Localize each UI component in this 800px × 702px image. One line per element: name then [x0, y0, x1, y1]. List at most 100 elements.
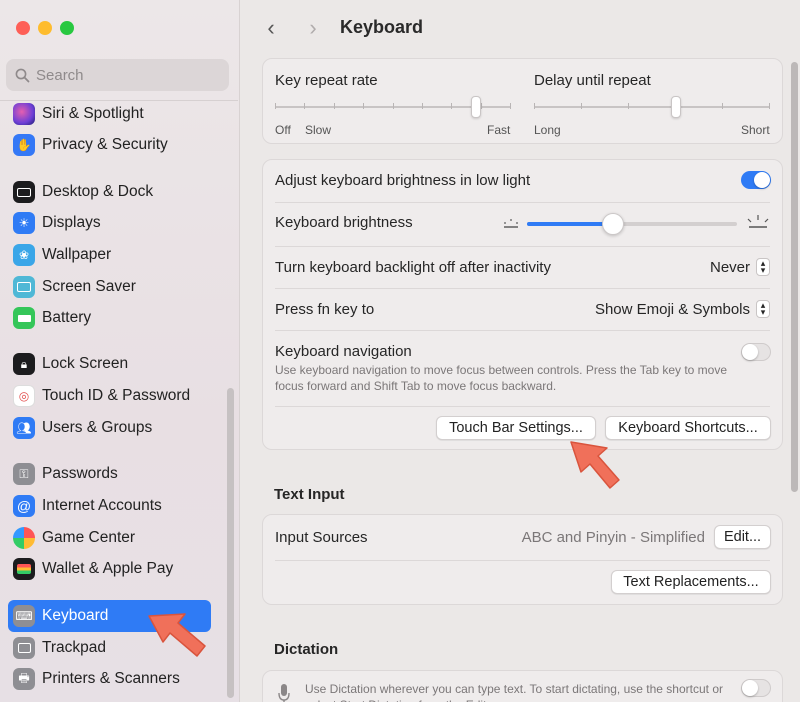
pointer-arrow-icon — [148, 613, 206, 657]
slider-tick — [510, 103, 511, 109]
divider — [275, 202, 770, 203]
slider-knob[interactable] — [602, 213, 624, 235]
sidebar-item-privacy-security[interactable]: ✋ Privacy & Security — [8, 129, 211, 161]
sidebar-item-internet-accounts[interactable]: @ Internet Accounts — [8, 490, 211, 522]
sidebar-item-displays[interactable]: ☀ Displays — [8, 207, 211, 239]
sidebar-item-label: Wallet & Apple Pay — [42, 560, 174, 577]
fingerprint-icon: ◎ — [13, 385, 35, 407]
brightness-slider[interactable] — [527, 212, 737, 236]
divider — [275, 560, 770, 561]
sidebar-item-label: Keyboard — [42, 607, 109, 624]
game-center-icon — [13, 527, 35, 549]
keyboard-navigation-toggle[interactable] — [741, 343, 771, 361]
keyboard-icon: ⌨ — [13, 605, 35, 627]
sidebar-item-wallpaper[interactable]: ❀ Wallpaper — [8, 239, 211, 271]
input-sources-value: ABC and Pinyin - Simplified — [521, 529, 705, 546]
slider-tick — [334, 103, 335, 109]
wallet-icon — [13, 558, 35, 580]
slider-tick — [769, 103, 770, 109]
sidebar-item-label: Game Center — [42, 529, 136, 546]
main-content: Key repeat rate Off Slow Fast Delay unti… — [240, 56, 800, 702]
search-input[interactable]: Search — [6, 59, 229, 91]
minimize-window-button[interactable] — [38, 21, 52, 35]
lock-icon: 🔒︎ — [13, 353, 35, 375]
sidebar-item-label: Trackpad — [42, 639, 107, 656]
text-replacements-button[interactable]: Text Replacements... — [611, 570, 771, 594]
printer-icon: 🖶︎ — [13, 668, 35, 690]
sidebar-item-screen-saver[interactable]: Screen Saver — [8, 271, 211, 303]
sidebar-item-label: Desktop & Dock — [42, 183, 154, 200]
adjust-brightness-label: Adjust keyboard brightness in low light — [275, 172, 531, 189]
battery-icon — [13, 307, 35, 329]
toolbar: ‹ › Keyboard — [240, 0, 800, 56]
sidebar-item-label: Siri & Spotlight — [42, 105, 144, 122]
fn-key-popup[interactable]: Show Emoji & Symbols ▴ ▾ — [595, 300, 770, 318]
sidebar-item-lock-screen[interactable]: 🔒︎ Lock Screen — [8, 348, 211, 380]
sidebar-item-label: Privacy & Security — [42, 136, 168, 153]
sidebar-item-game-center[interactable]: Game Center — [8, 522, 211, 554]
main-scrollbar[interactable] — [791, 62, 798, 492]
keyboard-shortcuts-button[interactable]: Keyboard Shortcuts... — [605, 416, 771, 440]
delay-slider[interactable] — [534, 95, 770, 119]
brightness-label: Keyboard brightness — [275, 214, 413, 231]
sidebar-item-passwords[interactable]: ⚿ Passwords — [8, 458, 211, 490]
slider-tick — [275, 103, 276, 109]
slider-tick — [363, 103, 364, 109]
key-icon: ⚿ — [13, 463, 35, 485]
search-icon — [15, 68, 30, 82]
delay-long-label: Long — [534, 123, 561, 137]
input-sources-label: Input Sources — [275, 529, 368, 546]
slider-knob[interactable] — [671, 96, 681, 118]
page-title: Keyboard — [340, 17, 424, 37]
sidebar-item-siri-spotlight[interactable]: Siri & Spotlight — [8, 98, 211, 130]
slider-tick — [422, 103, 423, 109]
slider-knob[interactable] — [471, 96, 481, 118]
slider-track — [534, 106, 770, 108]
sidebar-item-users-groups[interactable]: 👥︎ Users & Groups — [8, 412, 211, 444]
back-button[interactable]: ‹ — [260, 13, 282, 43]
screen-saver-icon — [13, 276, 35, 298]
slider-tick — [722, 103, 723, 109]
adjust-brightness-toggle[interactable] — [741, 171, 771, 189]
keyboard-navigation-label: Keyboard navigation — [275, 343, 412, 360]
sidebar-item-touch-id[interactable]: ◎ Touch ID & Password — [8, 380, 211, 412]
dictation-section-title: Dictation — [274, 641, 339, 658]
key-repeat-off-label: Off — [275, 123, 291, 137]
slider-tick — [534, 103, 535, 109]
divider — [275, 288, 770, 289]
slider-tick — [481, 103, 482, 109]
search-placeholder: Search — [36, 66, 84, 84]
text-input-section-title: Text Input — [274, 486, 345, 503]
sidebar-item-printers[interactable]: 🖶︎ Printers & Scanners — [8, 663, 211, 695]
chevron-updown-icon: ▴ ▾ — [756, 258, 770, 276]
dictation-description: Use Dictation wherever you can type text… — [305, 682, 723, 702]
forward-button[interactable]: › — [302, 13, 324, 43]
sidebar-item-battery[interactable]: Battery — [8, 302, 211, 334]
fn-key-label: Press fn key to — [275, 301, 375, 318]
close-window-button[interactable] — [16, 21, 30, 35]
delay-short-label: Short — [741, 123, 770, 137]
dock-icon — [13, 181, 35, 203]
sidebar-scrollbar[interactable] — [227, 388, 234, 698]
sidebar-item-label: Touch ID & Password — [42, 387, 191, 404]
divider — [275, 246, 770, 247]
trackpad-icon — [13, 637, 35, 659]
divider — [275, 406, 770, 407]
slider-tick — [581, 103, 582, 109]
zoom-window-button[interactable] — [60, 21, 74, 35]
sidebar-item-desktop-dock[interactable]: Desktop & Dock — [8, 176, 211, 208]
edit-input-sources-button[interactable]: Edit... — [714, 525, 771, 549]
key-repeat-slider[interactable] — [275, 95, 511, 119]
sidebar-item-label: Battery — [42, 309, 92, 326]
backlight-off-value: Never — [709, 258, 750, 276]
sidebar-item-label: Printers & Scanners — [42, 670, 180, 687]
key-repeat-card: Key repeat rate Off Slow Fast Delay unti… — [262, 58, 783, 144]
dictation-toggle[interactable] — [741, 679, 771, 697]
sidebar-item-label: Screen Saver — [42, 278, 136, 295]
key-repeat-label: Key repeat rate — [275, 72, 378, 89]
divider — [275, 330, 770, 331]
touch-bar-settings-button[interactable]: Touch Bar Settings... — [436, 416, 596, 440]
backlight-off-popup[interactable]: Never ▴ ▾ — [710, 258, 770, 276]
sidebar-item-wallet[interactable]: Wallet & Apple Pay — [8, 553, 211, 585]
pointer-arrow-icon — [570, 441, 620, 489]
